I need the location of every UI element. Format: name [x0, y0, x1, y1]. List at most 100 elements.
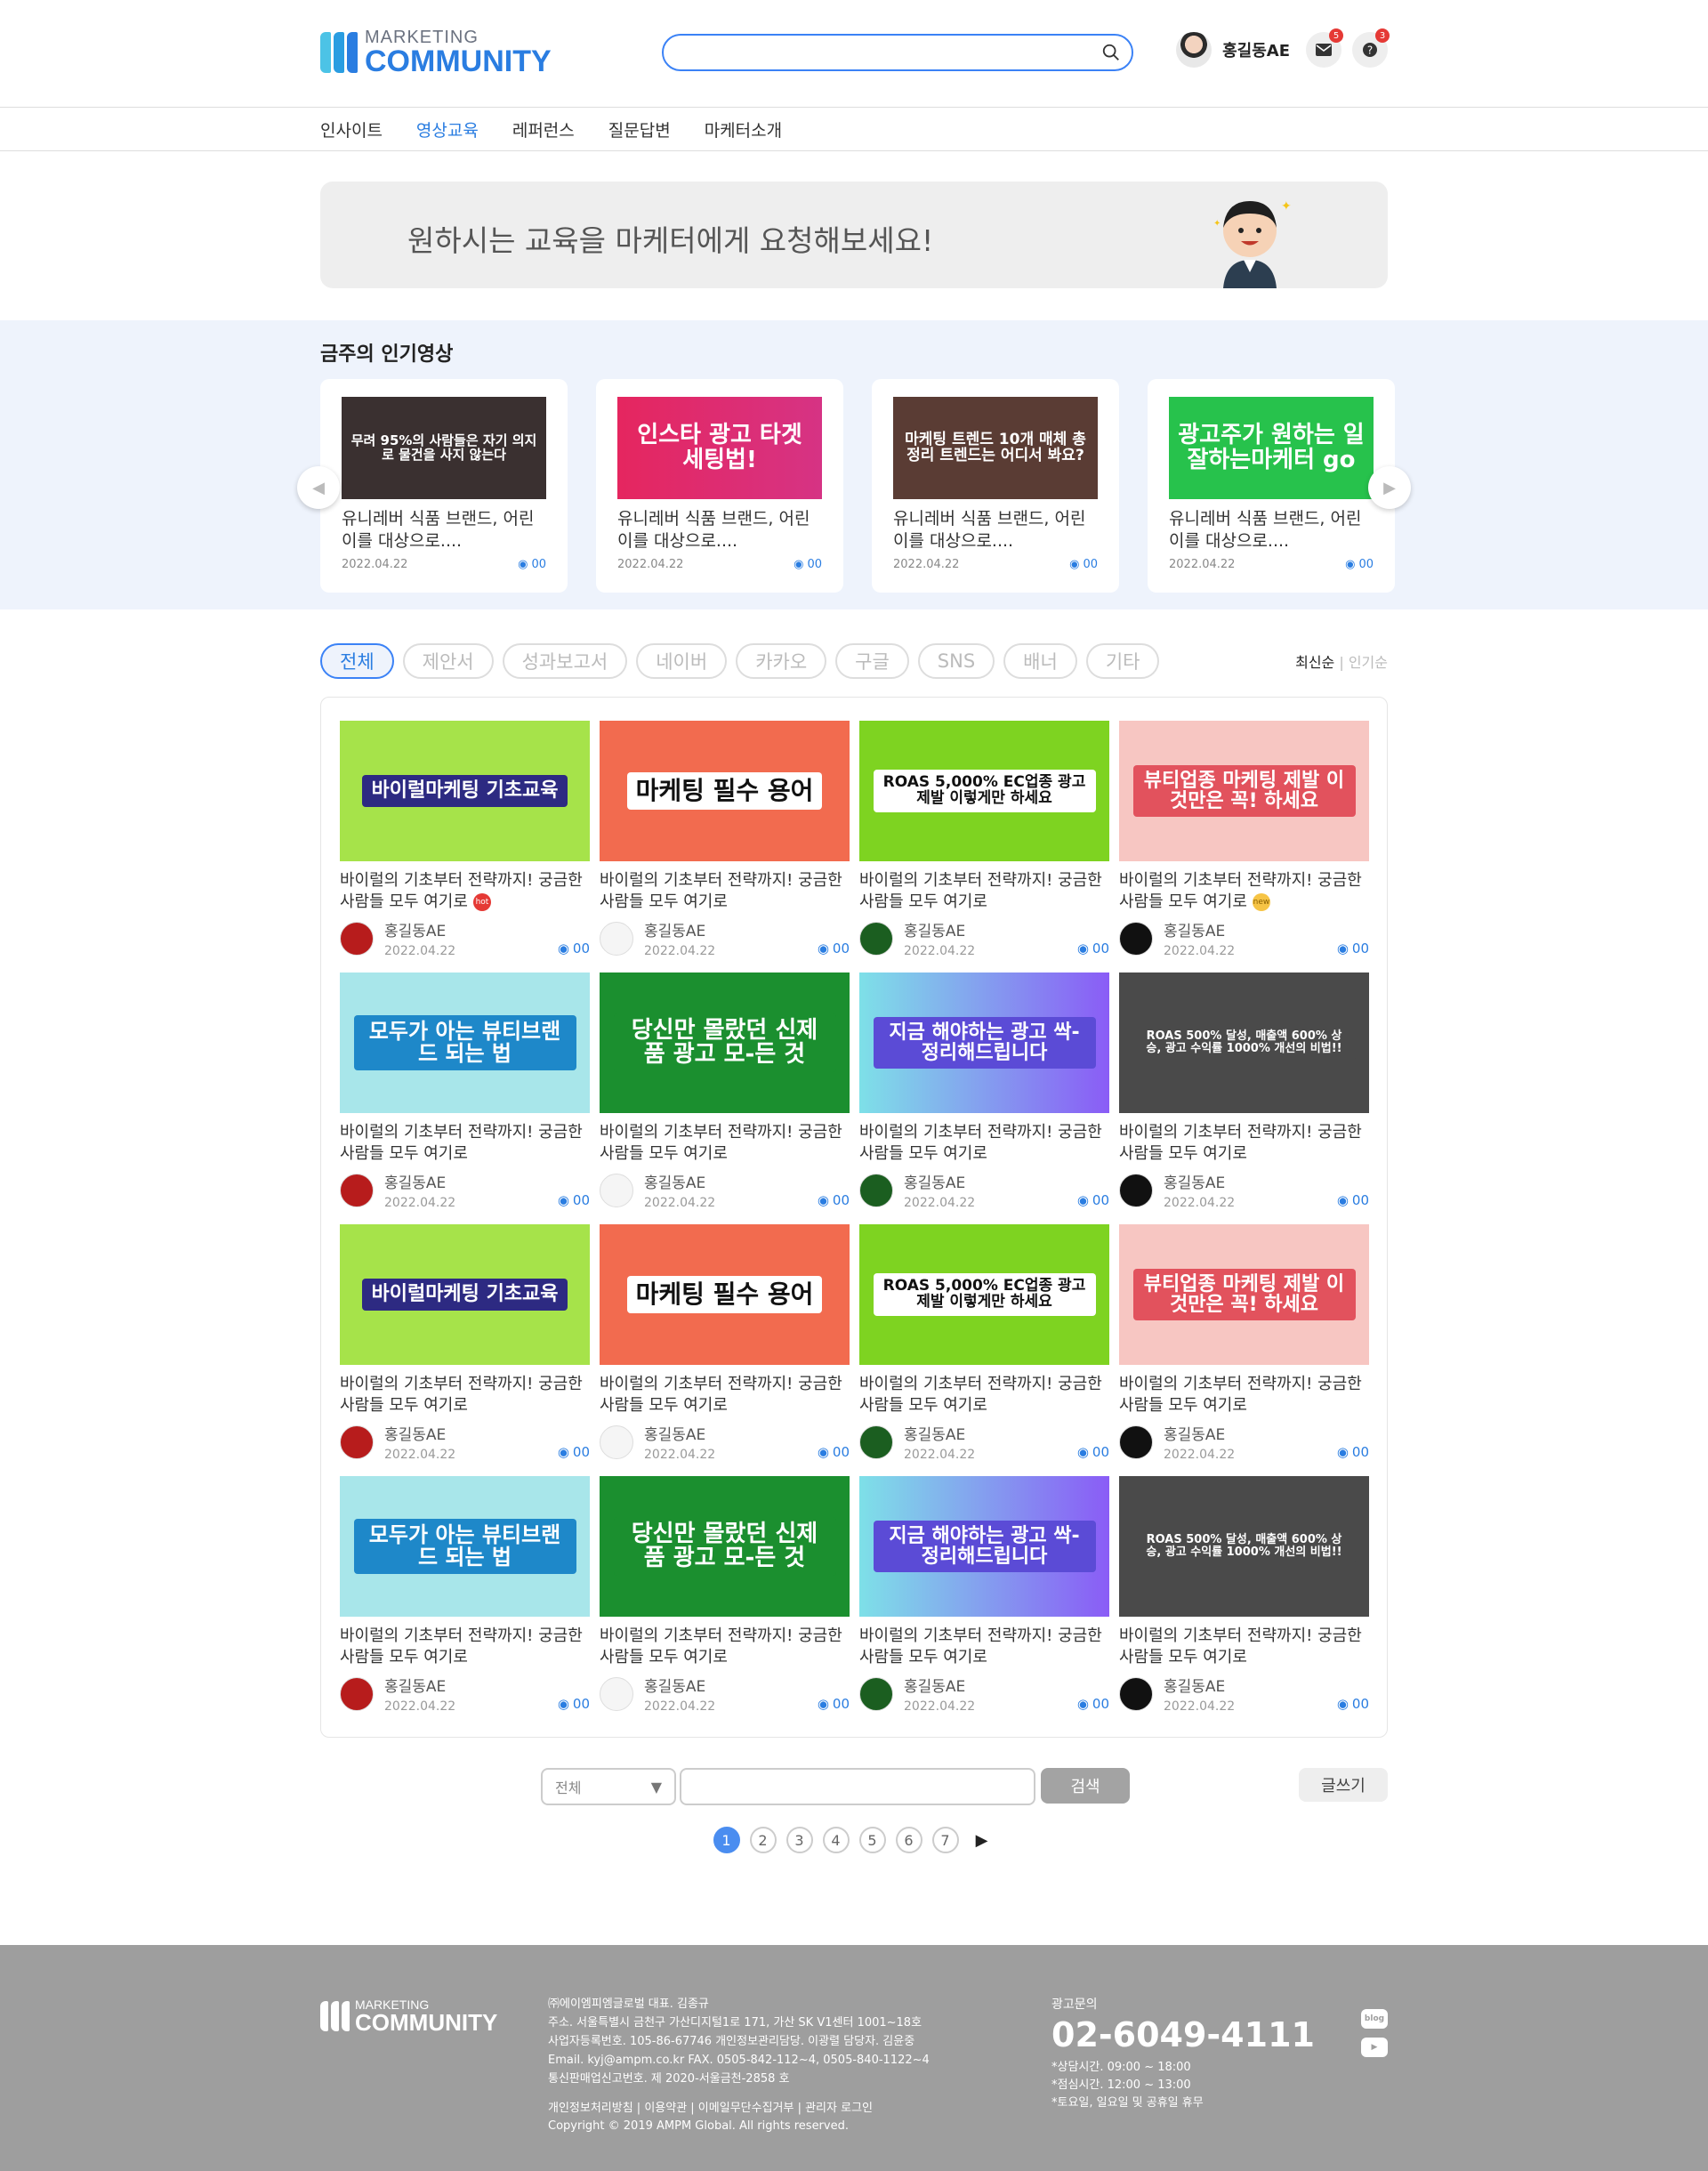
board-search-button[interactable]: 검색 — [1041, 1768, 1130, 1804]
video-thumbnail[interactable]: 마케팅 필수 용어 — [600, 721, 850, 861]
author-avatar[interactable] — [340, 1424, 374, 1459]
video-thumbnail[interactable]: 지금 해야하는 광고 싹-정리해드립니다 — [859, 1476, 1109, 1617]
author-avatar[interactable] — [1119, 1676, 1153, 1711]
page-button[interactable]: 5 — [858, 1827, 886, 1853]
search-icon[interactable] — [1101, 43, 1121, 62]
filter-chip[interactable]: 배너 — [1003, 643, 1077, 679]
video-title[interactable]: 바이럴의 기초부터 전략까지! 궁금한 사람들 모두 여기로 — [340, 1122, 590, 1165]
video-thumbnail[interactable]: 지금 해야하는 광고 싹-정리해드립니다 — [859, 973, 1109, 1113]
video-thumbnail[interactable]: 바이럴마케팅 기초교육 — [340, 1224, 590, 1365]
video-thumbnail[interactable]: ROAS 500% 달성, 매출액 600% 상승, 광고 수익률 1000% … — [1119, 1476, 1369, 1617]
video-card[interactable]: ROAS 500% 달성, 매출액 600% 상승, 광고 수익률 1000% … — [1119, 973, 1369, 1224]
author-name[interactable]: 홍길동AE — [384, 1422, 455, 1444]
filter-chip[interactable]: 성과보고서 — [502, 643, 628, 679]
user-avatar[interactable] — [1176, 32, 1213, 68]
author-name[interactable]: 홍길동AE — [904, 1422, 975, 1444]
carousel-next-button[interactable]: ▶ — [1368, 466, 1411, 509]
page-button[interactable]: 6 — [895, 1827, 922, 1853]
video-title[interactable]: 바이럴의 기초부터 전략까지! 궁금한 사람들 모두 여기로 — [600, 1374, 850, 1416]
page-button[interactable]: 2 — [749, 1827, 777, 1853]
video-thumbnail[interactable]: 인스타 광고 타겟 세팅법! — [617, 397, 822, 499]
video-thumbnail[interactable]: 모두가 아는 뷰티브랜드 되는 법 — [340, 1476, 590, 1617]
filter-chip[interactable]: 제안서 — [402, 643, 494, 679]
author-avatar[interactable] — [340, 1173, 374, 1207]
sort-latest[interactable]: 최신순 — [1295, 654, 1334, 671]
video-title[interactable]: 바이럴의 기초부터 전략까지! 궁금한 사람들 모두 여기로 — [600, 1626, 850, 1668]
video-title[interactable]: 바이럴의 기초부터 전략까지! 궁금한 사람들 모두 여기로 — [859, 1626, 1109, 1668]
video-thumbnail[interactable]: 당신만 몰랐던 신제품 광고 모-든 것 — [600, 1476, 850, 1617]
video-thumbnail[interactable]: ROAS 5,000% EC업종 광고 제발 이렇게만 하세요 — [859, 1224, 1109, 1365]
board-search-input[interactable] — [680, 1768, 1035, 1805]
popular-video-card[interactable]: 마케팅 트렌드 10개 매체 총정리 트렌드는 어디서 봐요? 유니레버 식품 브… — [872, 379, 1119, 593]
author-avatar[interactable] — [859, 1173, 893, 1207]
footer-logo[interactable]: MARKETING COMMUNITY — [320, 1998, 497, 2034]
user-name[interactable]: 홍길동AE — [1222, 38, 1290, 61]
author-name[interactable]: 홍길동AE — [904, 1674, 975, 1696]
site-logo[interactable]: MARKETING COMMUNITY — [320, 28, 552, 77]
video-title[interactable]: 바이럴의 기초부터 전략까지! 궁금한 사람들 모두 여기로 — [1119, 1122, 1369, 1165]
page-button[interactable]: 7 — [931, 1827, 959, 1853]
video-title[interactable]: 유니레버 식품 브랜드, 어린이를 대상으로.... — [893, 508, 1098, 553]
author-avatar[interactable] — [859, 921, 893, 956]
filter-chip[interactable]: SNS — [917, 643, 995, 679]
video-title[interactable]: 유니레버 식품 브랜드, 어린이를 대상으로.... — [617, 508, 822, 553]
author-name[interactable]: 홍길동AE — [644, 918, 715, 940]
video-thumbnail[interactable]: ROAS 500% 달성, 매출액 600% 상승, 광고 수익률 1000% … — [1119, 973, 1369, 1113]
search-category-select[interactable]: 전체 ▼ — [541, 1768, 676, 1805]
video-title[interactable]: 바이럴의 기초부터 전략까지! 궁금한 사람들 모두 여기로 — [600, 1122, 850, 1165]
video-thumbnail[interactable]: 마케팅 트렌드 10개 매체 총정리 트렌드는 어디서 봐요? — [893, 397, 1098, 499]
nav-item[interactable]: 레퍼런스 — [512, 117, 575, 141]
author-avatar[interactable] — [600, 1424, 633, 1459]
carousel-prev-button[interactable]: ◀ — [297, 466, 340, 509]
video-card[interactable]: 바이럴마케팅 기초교육 바이럴의 기초부터 전략까지! 궁금한 사람들 모두 여기… — [340, 721, 590, 973]
filter-chip[interactable]: 기타 — [1085, 643, 1160, 679]
filter-chip[interactable]: 전체 — [320, 643, 394, 679]
filter-chip[interactable]: 카카오 — [736, 643, 827, 679]
author-name[interactable]: 홍길동AE — [644, 1674, 715, 1696]
video-title[interactable]: 유니레버 식품 브랜드, 어린이를 대상으로.... — [1169, 508, 1374, 553]
youtube-icon[interactable]: ▶ — [1361, 2038, 1388, 2057]
author-name[interactable]: 홍길동AE — [384, 918, 455, 940]
video-card[interactable]: 지금 해야하는 광고 싹-정리해드립니다바이럴의 기초부터 전략까지! 궁금한 … — [859, 1476, 1109, 1728]
popular-video-card[interactable]: 인스타 광고 타겟 세팅법! 유니레버 식품 브랜드, 어린이를 대상으로....… — [596, 379, 843, 593]
video-thumbnail[interactable]: 마케팅 필수 용어 — [600, 1224, 850, 1365]
page-button[interactable]: 3 — [786, 1827, 813, 1853]
nav-item[interactable]: 영상교육 — [416, 117, 479, 141]
video-title[interactable]: 바이럴의 기초부터 전략까지! 궁금한 사람들 모두 여기로 — [859, 1374, 1109, 1416]
author-avatar[interactable] — [340, 921, 374, 956]
author-name[interactable]: 홍길동AE — [644, 1422, 715, 1444]
video-card[interactable]: 모두가 아는 뷰티브랜드 되는 법바이럴의 기초부터 전략까지! 궁금한 사람들… — [340, 973, 590, 1224]
mail-button[interactable]: 5 — [1306, 28, 1343, 68]
author-avatar[interactable] — [600, 921, 633, 956]
author-name[interactable]: 홍길동AE — [1164, 1674, 1235, 1696]
video-card[interactable]: ROAS 500% 달성, 매출액 600% 상승, 광고 수익률 1000% … — [1119, 1476, 1369, 1728]
video-title[interactable]: 바이럴의 기초부터 전략까지! 궁금한 사람들 모두 여기로 — [340, 1374, 590, 1416]
blog-icon[interactable]: blog — [1361, 2009, 1388, 2029]
author-name[interactable]: 홍길동AE — [1164, 1422, 1235, 1444]
video-card[interactable]: 바이럴마케팅 기초교육바이럴의 기초부터 전략까지! 궁금한 사람들 모두 여기… — [340, 1224, 590, 1476]
video-thumbnail[interactable]: 뷰티업종 마케팅 제발 이것만은 꼭! 하세요 — [1119, 721, 1369, 861]
video-thumbnail[interactable]: 당신만 몰랐던 신제품 광고 모-든 것 — [600, 973, 850, 1113]
video-title[interactable]: 바이럴의 기초부터 전략까지! 궁금한 사람들 모두 여기로 hot — [340, 870, 590, 913]
video-thumbnail[interactable]: 무려 95%의 사람들은 자기 의지로 물건을 사지 않는다 — [342, 397, 546, 499]
video-title[interactable]: 바이럴의 기초부터 전략까지! 궁금한 사람들 모두 여기로 — [340, 1626, 590, 1668]
popular-video-card[interactable]: 무려 95%의 사람들은 자기 의지로 물건을 사지 않는다 유니레버 식품 브랜… — [320, 379, 568, 593]
write-button[interactable]: 글쓰기 — [1299, 1768, 1388, 1802]
video-card[interactable]: 마케팅 필수 용어바이럴의 기초부터 전략까지! 궁금한 사람들 모두 여기로홍… — [600, 1224, 850, 1476]
page-button[interactable]: 4 — [822, 1827, 850, 1853]
video-title[interactable]: 바이럴의 기초부터 전략까지! 궁금한 사람들 모두 여기로 — [600, 870, 850, 913]
video-thumbnail[interactable]: ROAS 5,000% EC업종 광고 제발 이렇게만 하세요 — [859, 721, 1109, 861]
video-thumbnail[interactable]: 광고주가 원하는 일잘하는마케터 go — [1169, 397, 1374, 499]
page-button[interactable]: 1 — [713, 1827, 740, 1853]
sort-popular[interactable]: 인기순 — [1349, 654, 1388, 671]
popular-video-card[interactable]: 광고주가 원하는 일잘하는마케터 go 유니레버 식품 브랜드, 어린이를 대상으… — [1148, 379, 1395, 593]
filter-chip[interactable]: 네이버 — [636, 643, 728, 679]
author-name[interactable]: 홍길동AE — [1164, 918, 1235, 940]
video-card[interactable]: 모두가 아는 뷰티브랜드 되는 법바이럴의 기초부터 전략까지! 궁금한 사람들… — [340, 1476, 590, 1728]
request-banner[interactable]: 원하시는 교육을 마케터에게 요청해보세요! ✦ ✦ — [320, 182, 1388, 288]
video-thumbnail[interactable]: 모두가 아는 뷰티브랜드 되는 법 — [340, 973, 590, 1113]
video-title[interactable]: 바이럴의 기초부터 전략까지! 궁금한 사람들 모두 여기로 — [859, 1122, 1109, 1165]
author-avatar[interactable] — [600, 1676, 633, 1711]
video-card[interactable]: ROAS 5,000% EC업종 광고 제발 이렇게만 하세요 바이럴의 기초부터… — [859, 721, 1109, 973]
video-card[interactable]: ROAS 5,000% EC업종 광고 제발 이렇게만 하세요바이럴의 기초부터… — [859, 1224, 1109, 1476]
